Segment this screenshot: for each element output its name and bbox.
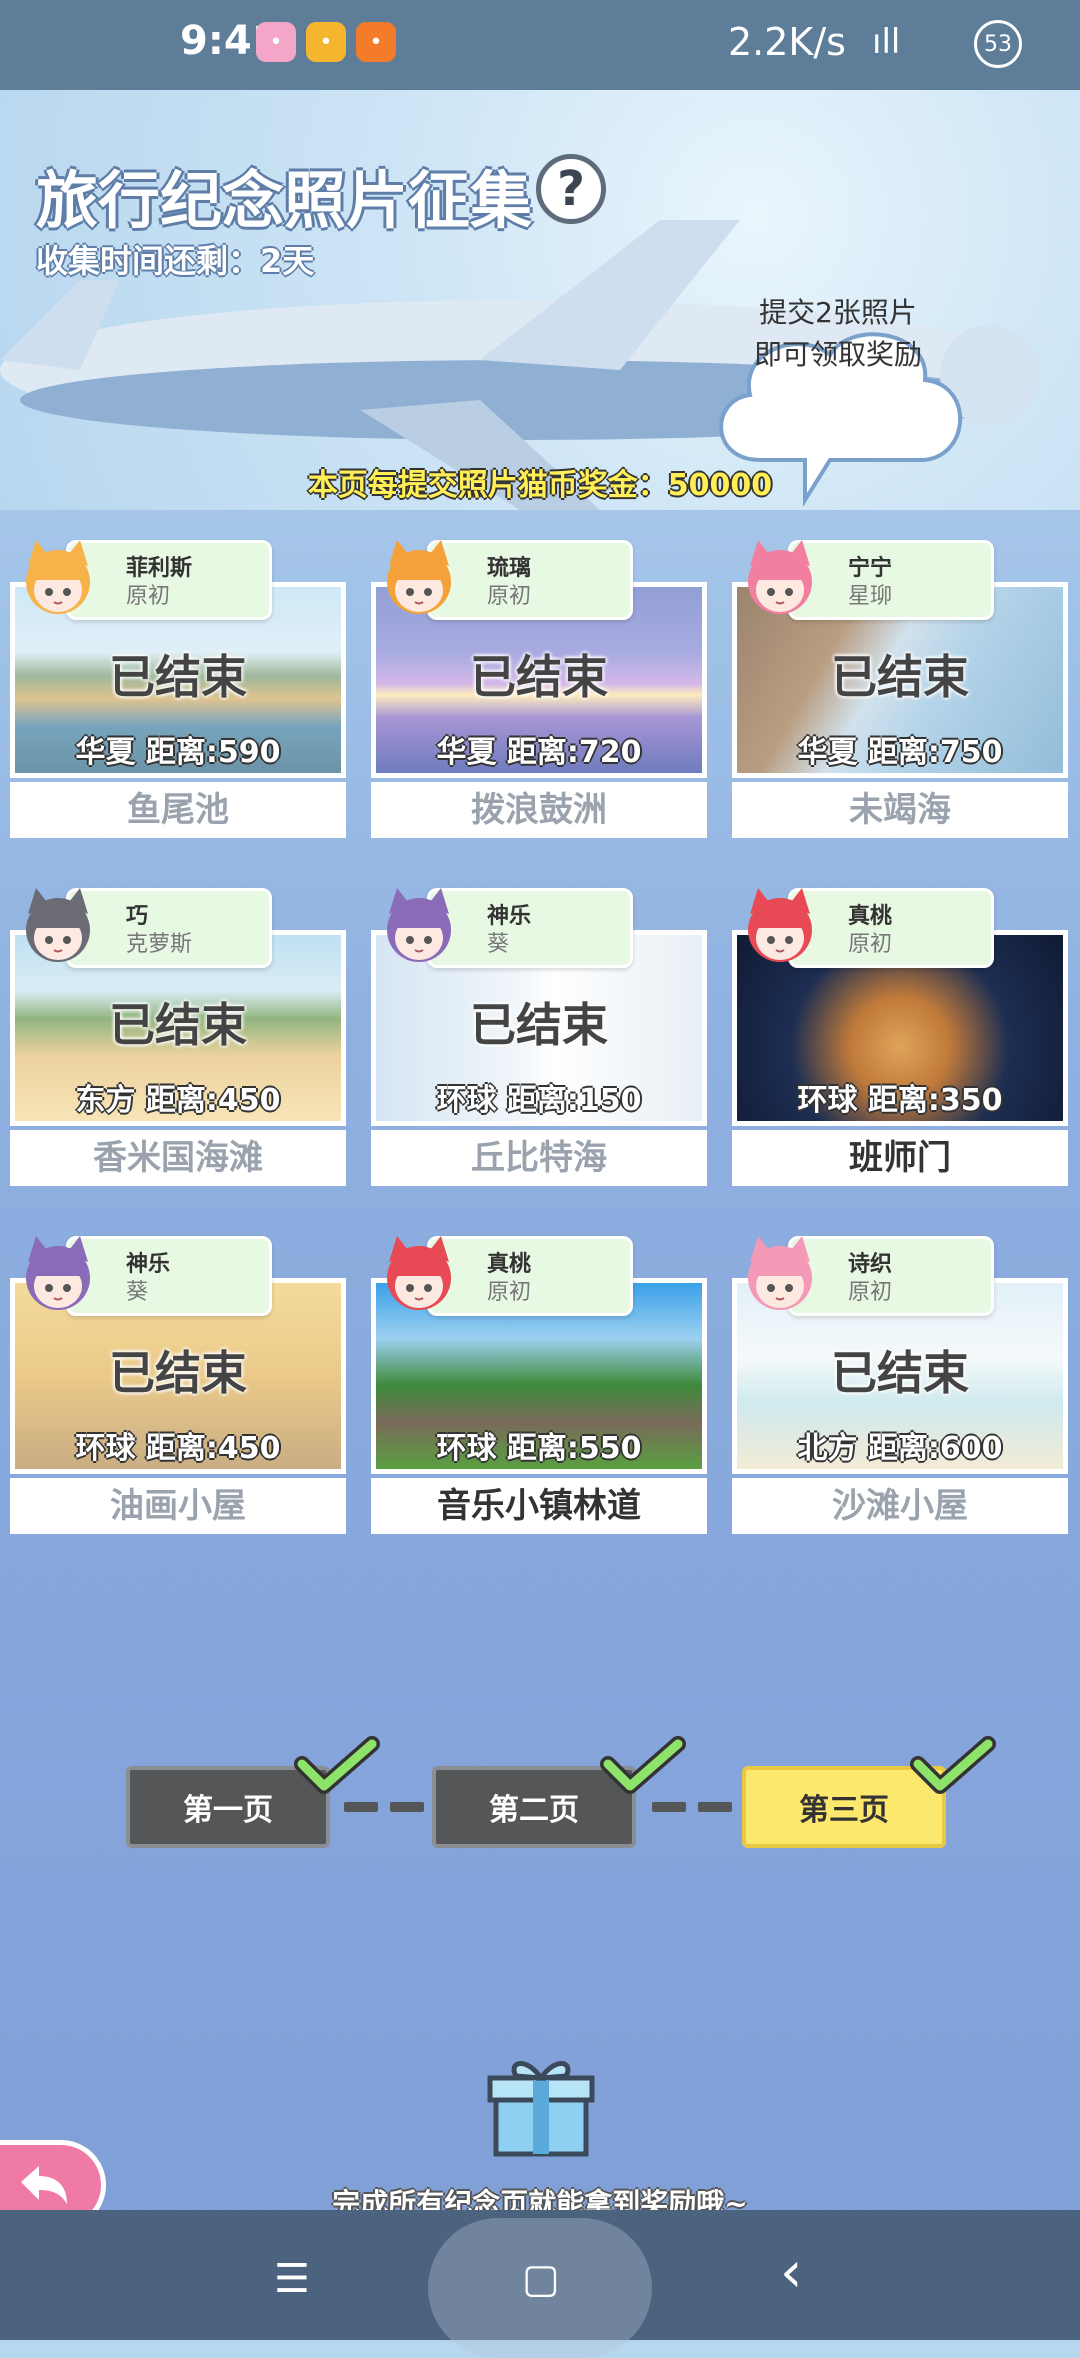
status-label: 已结束 (109, 1346, 247, 1400)
photo-card[interactable]: 已结束 环球 距离:450 油画小屋 神乐 葵 (6, 1236, 350, 1546)
location-name: 丘比特海 (371, 1130, 707, 1186)
back-arrow-icon (21, 2166, 67, 2204)
distance-label: 环球 距离:350 (797, 1083, 1003, 1118)
distance-label: 环球 距离:150 (436, 1083, 642, 1118)
location-name: 沙滩小屋 (732, 1478, 1068, 1534)
location-name: 音乐小镇林道 (371, 1478, 707, 1534)
status-label: 已结束 (831, 1346, 969, 1400)
remaining-time: 收集时间还剩：2天 (36, 242, 315, 280)
gift-icon[interactable] (486, 2048, 596, 2158)
app-notification-icon: • (306, 22, 346, 62)
distance-label: 北方 距离:600 (797, 1431, 1003, 1466)
character-rank: 原初 (848, 932, 893, 957)
character-rank: 葵 (487, 932, 510, 957)
check-icon (600, 1736, 686, 1794)
character-avatar (387, 540, 451, 614)
character-rank: 克萝斯 (126, 932, 193, 957)
character-avatar (26, 888, 90, 962)
location-name: 油画小屋 (10, 1478, 346, 1534)
page-title: 旅行纪念照片征集 (36, 164, 533, 237)
photo-card[interactable]: 已结束 华夏 距离:720 拨浪鼓洲 琉璃 原初 (367, 540, 711, 850)
character-avatar (387, 888, 451, 962)
photo-card[interactable]: 环球 距离:550 音乐小镇林道 真桃 原初 (367, 1236, 711, 1546)
status-label: 已结束 (109, 650, 247, 704)
character-avatar (26, 1236, 90, 1310)
photo-card[interactable]: 环球 距离:350 班师门 真桃 原初 (728, 888, 1072, 1198)
network-speed: 2.2K/s (728, 20, 846, 64)
help-button[interactable]: ? (536, 154, 606, 224)
bonus-text: 本页每提交照片猫币奖金：50000 (307, 468, 773, 503)
distance-label: 环球 距离:550 (436, 1431, 642, 1466)
photo-card[interactable]: 已结束 华夏 距离:590 鱼尾池 菲利斯 原初 (6, 540, 350, 850)
app-notification-icon: • (356, 22, 396, 62)
page-connector (344, 1802, 378, 1812)
character-avatar (748, 540, 812, 614)
location-name: 鱼尾池 (10, 782, 346, 838)
battery-indicator: 53 (974, 20, 1022, 68)
character-avatar (26, 540, 90, 614)
character-rank: 葵 (126, 1280, 149, 1305)
page-connector (698, 1802, 732, 1812)
status-label: 已结束 (831, 650, 969, 704)
distance-label: 东方 距离:450 (75, 1083, 281, 1118)
nav-back-icon[interactable]: ‹ (780, 2240, 802, 2305)
page-connector (390, 1802, 424, 1812)
check-icon (910, 1736, 996, 1794)
photo-card[interactable]: 已结束 北方 距离:600 沙滩小屋 诗织 原初 (728, 1236, 1072, 1546)
location-name: 未竭海 (732, 782, 1068, 838)
character-rank: 原初 (487, 584, 532, 609)
photo-card[interactable]: 已结束 东方 距离:450 香米国海滩 巧 克萝斯 (6, 888, 350, 1198)
character-rank: 原初 (848, 1280, 893, 1305)
photo-card[interactable]: 已结束 华夏 距离:750 未竭海 宁宁 星珋 (728, 540, 1072, 850)
photo-card[interactable]: 已结束 环球 距离:150 丘比特海 神乐 葵 (367, 888, 711, 1198)
status-bar: 9:41 • • • 2.2K/s ıll 53 (0, 0, 1080, 90)
reward-hint: 提交2张照片 即可领取奖励 (722, 292, 954, 376)
menu-icon[interactable]: ☰ (274, 2256, 310, 2302)
location-name: 香米国海滩 (10, 1130, 346, 1186)
status-label: 已结束 (470, 998, 608, 1052)
status-label: 已结束 (470, 650, 608, 704)
character-rank: 原初 (487, 1280, 532, 1305)
distance-label: 华夏 距离:750 (797, 735, 1003, 770)
distance-label: 华夏 距离:720 (436, 735, 642, 770)
location-name: 拨浪鼓洲 (371, 782, 707, 838)
character-rank: 原初 (126, 584, 171, 609)
status-label: 已结束 (109, 998, 247, 1052)
page-connector (652, 1802, 686, 1812)
reward-hint-line1: 提交2张照片 (759, 296, 917, 329)
distance-label: 环球 距离:450 (75, 1431, 281, 1466)
character-avatar (748, 888, 812, 962)
app-notification-icon: • (256, 22, 296, 62)
location-name: 班师门 (732, 1130, 1068, 1186)
check-icon (294, 1736, 380, 1794)
reward-hint-line2: 即可领取奖励 (753, 338, 922, 371)
character-rank: 星珋 (848, 584, 893, 609)
home-icon[interactable]: ▢ (522, 2256, 560, 2302)
character-avatar (387, 1236, 451, 1310)
distance-label: 华夏 距离:590 (75, 735, 281, 770)
character-avatar (748, 1236, 812, 1310)
signal-icon: ıll (872, 22, 901, 62)
